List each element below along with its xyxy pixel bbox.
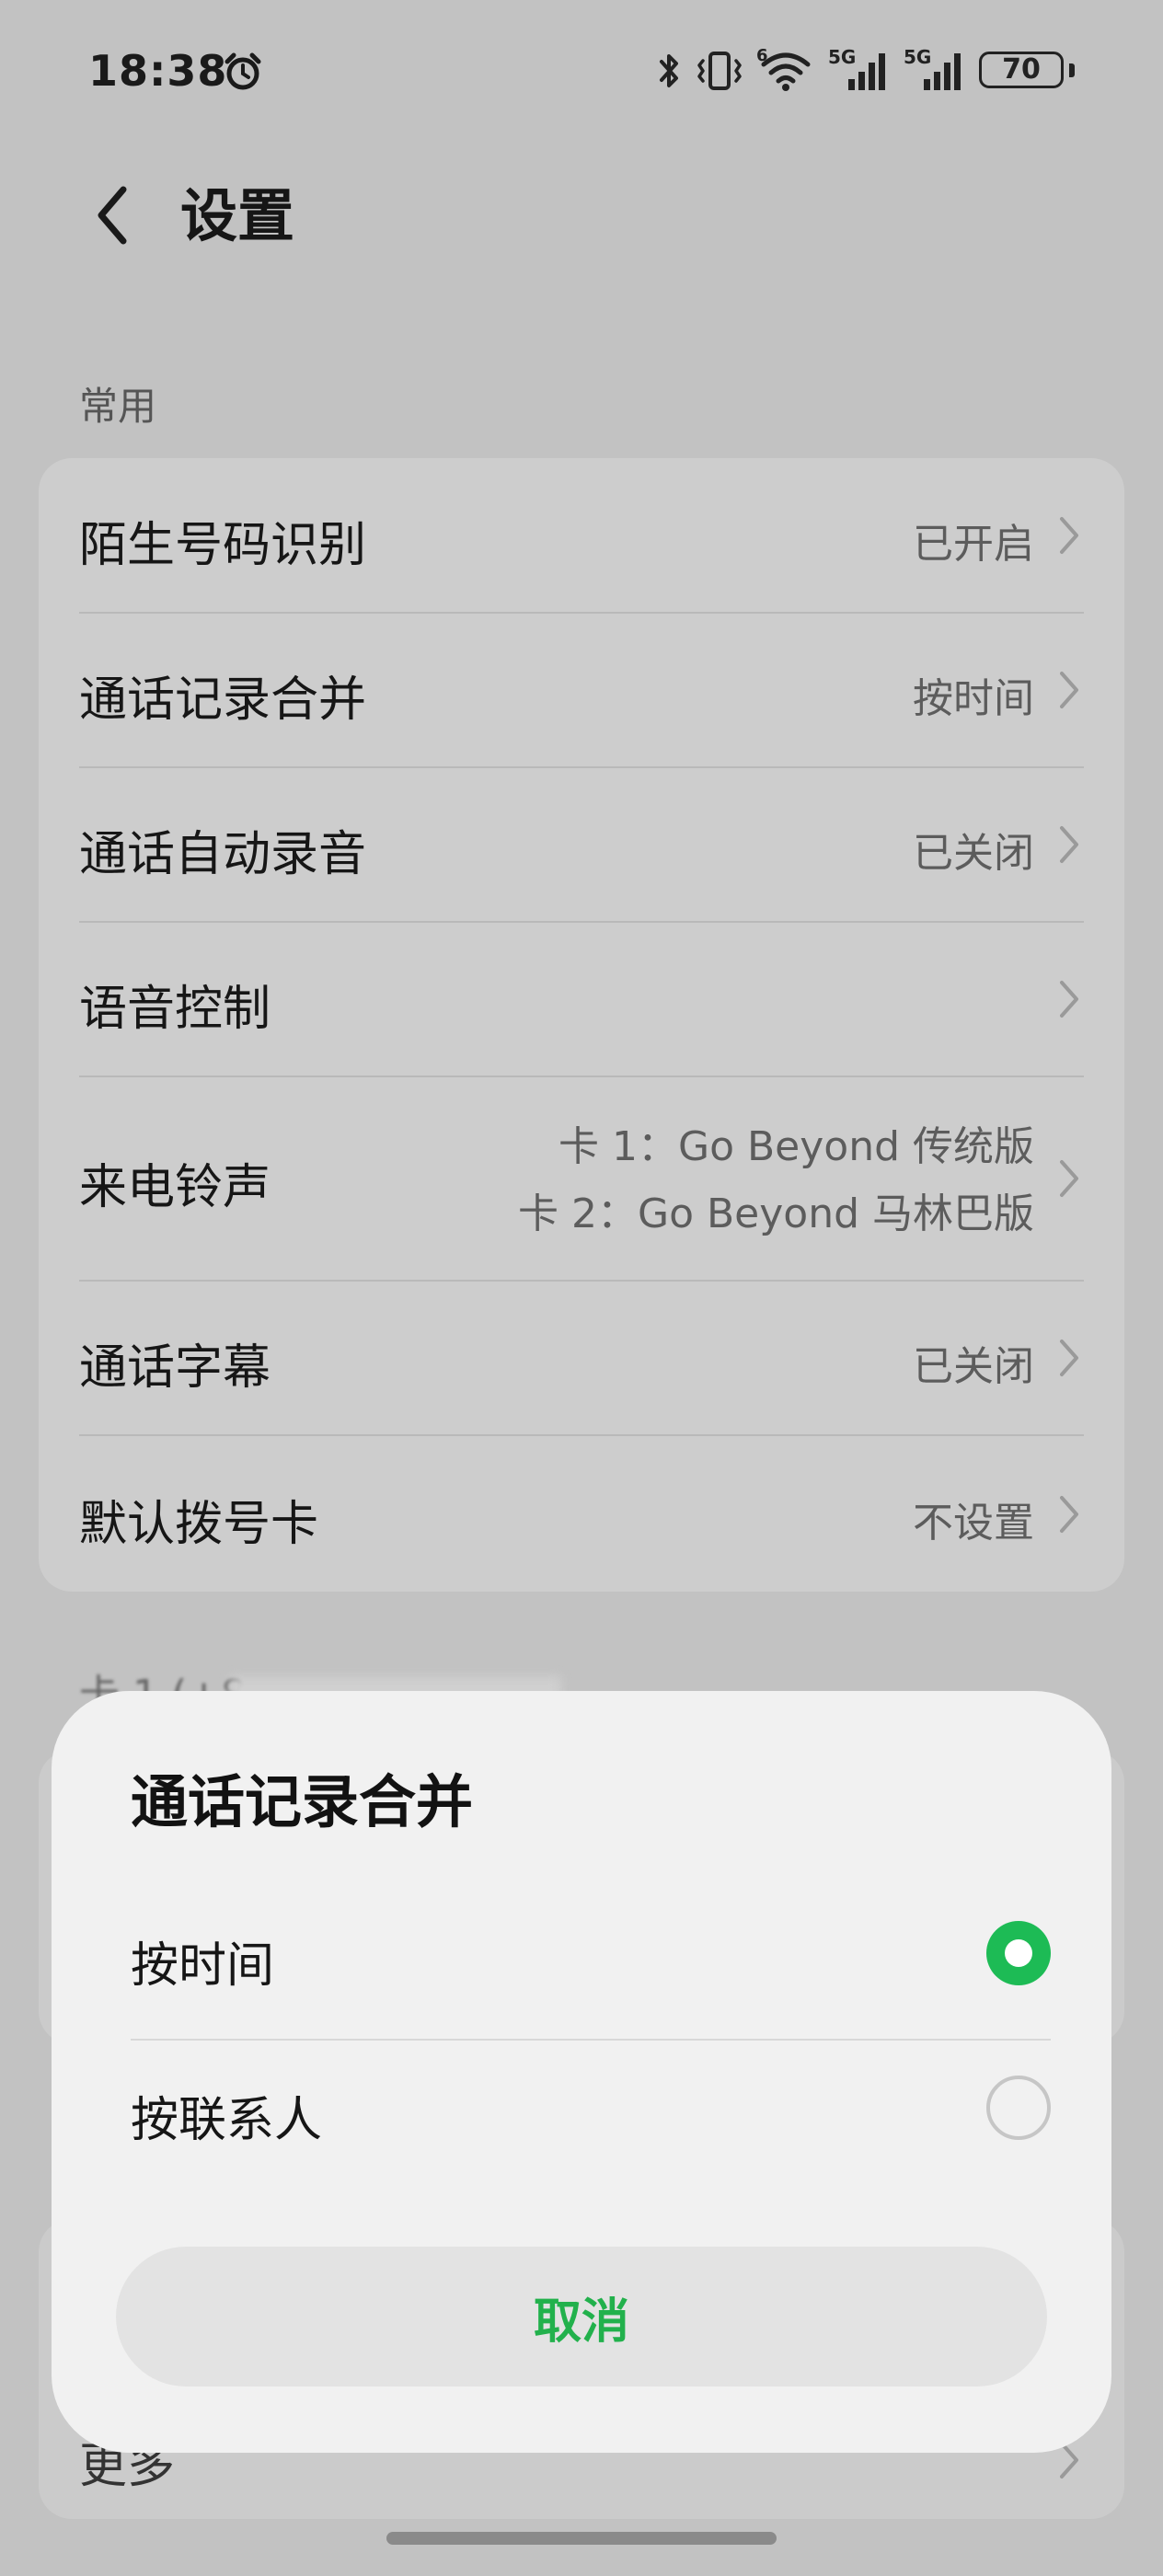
call-log-merge-dialog: 通话记录合并 按时间 按联系人 取消 [52,1691,1111,2453]
row-value: 不设置 [913,1500,1034,1547]
radio-unselected-icon[interactable] [986,2076,1051,2140]
row-value: 已关闭 [913,830,1034,877]
row-label: 默认拨号卡 [79,1497,319,1552]
vibrate-icon [697,52,742,90]
settings-row-call-captions[interactable]: 通话字幕 已关闭 [39,1281,1124,1435]
chevron-right-icon [1060,1496,1078,1533]
alarm-icon [225,52,261,90]
status-icons: 6 5G 5G 70 [657,46,1075,94]
wifi-icon [761,52,811,91]
page-title: 设置 [180,182,295,249]
chevron-right-icon [1060,1340,1078,1376]
home-indicator[interactable] [386,2532,777,2545]
settings-row-auto-record[interactable]: 通话自动录音 已关闭 [39,767,1124,922]
row-value-sim1: 卡 1：Go Beyond 传统版 [558,1123,1034,1170]
dialog-title: 通话记录合并 [131,1768,474,1835]
signal-sim2: 5G [904,46,966,92]
settings-row-ringtone[interactable]: 来电铃声 卡 1：Go Beyond 传统版 卡 2：Go Beyond 马林巴… [39,1076,1124,1281]
status-time: 18:38 [88,46,228,96]
row-value: 按时间 [913,675,1034,722]
chevron-right-icon [1060,826,1078,863]
settings-card-common: 陌生号码识别 已开启 通话记录合并 按时间 通话自动录音 已关闭 语音控制 来电… [39,458,1124,1592]
settings-row-voice-control[interactable]: 语音控制 [39,922,1124,1076]
option-label: 按时间 [131,1938,275,1994]
chevron-right-icon [1060,1160,1078,1197]
chevron-right-icon [1060,981,1078,1018]
signal-icon [924,53,961,90]
row-label: 来电铃声 [79,1160,271,1215]
row-label: 通话自动录音 [79,827,367,882]
radio-selected-icon[interactable] [986,1921,1051,1985]
row-value-sim2: 卡 2：Go Beyond 马林巴版 [518,1190,1034,1237]
battery-level: 70 [1002,53,1041,86]
option-label: 按联系人 [131,2093,323,2148]
settings-row-unknown-number[interactable]: 陌生号码识别 已开启 [39,458,1124,613]
row-label: 语音控制 [79,982,271,1037]
option-by-contact[interactable]: 按联系人 [131,2041,1051,2197]
settings-row-default-sim[interactable]: 默认拨号卡 不设置 [39,1435,1124,1592]
option-by-time[interactable]: 按时间 [131,1875,1051,2031]
chevron-right-icon [1060,517,1078,554]
row-label: 通话记录合并 [79,673,367,728]
row-value: 已开启 [913,521,1034,568]
cancel-button[interactable]: 取消 [116,2247,1047,2386]
battery-icon: 70 [979,52,1075,90]
status-bar: 18:38 6 5G 5G 70 [0,0,1163,147]
settings-row-call-log-merge[interactable]: 通话记录合并 按时间 [39,613,1124,767]
row-label: 通话字幕 [79,1340,271,1396]
chevron-right-icon [1060,672,1078,708]
wifi-group: 6 [756,46,815,92]
back-arrow-icon[interactable] [90,180,136,250]
bluetooth-icon [660,54,678,87]
section-label-common: 常用 [79,384,157,429]
signal-icon [848,53,885,90]
row-label: 陌生号码识别 [79,518,367,573]
signal-sim1: 5G [828,46,891,92]
row-value: 已关闭 [913,1343,1034,1390]
